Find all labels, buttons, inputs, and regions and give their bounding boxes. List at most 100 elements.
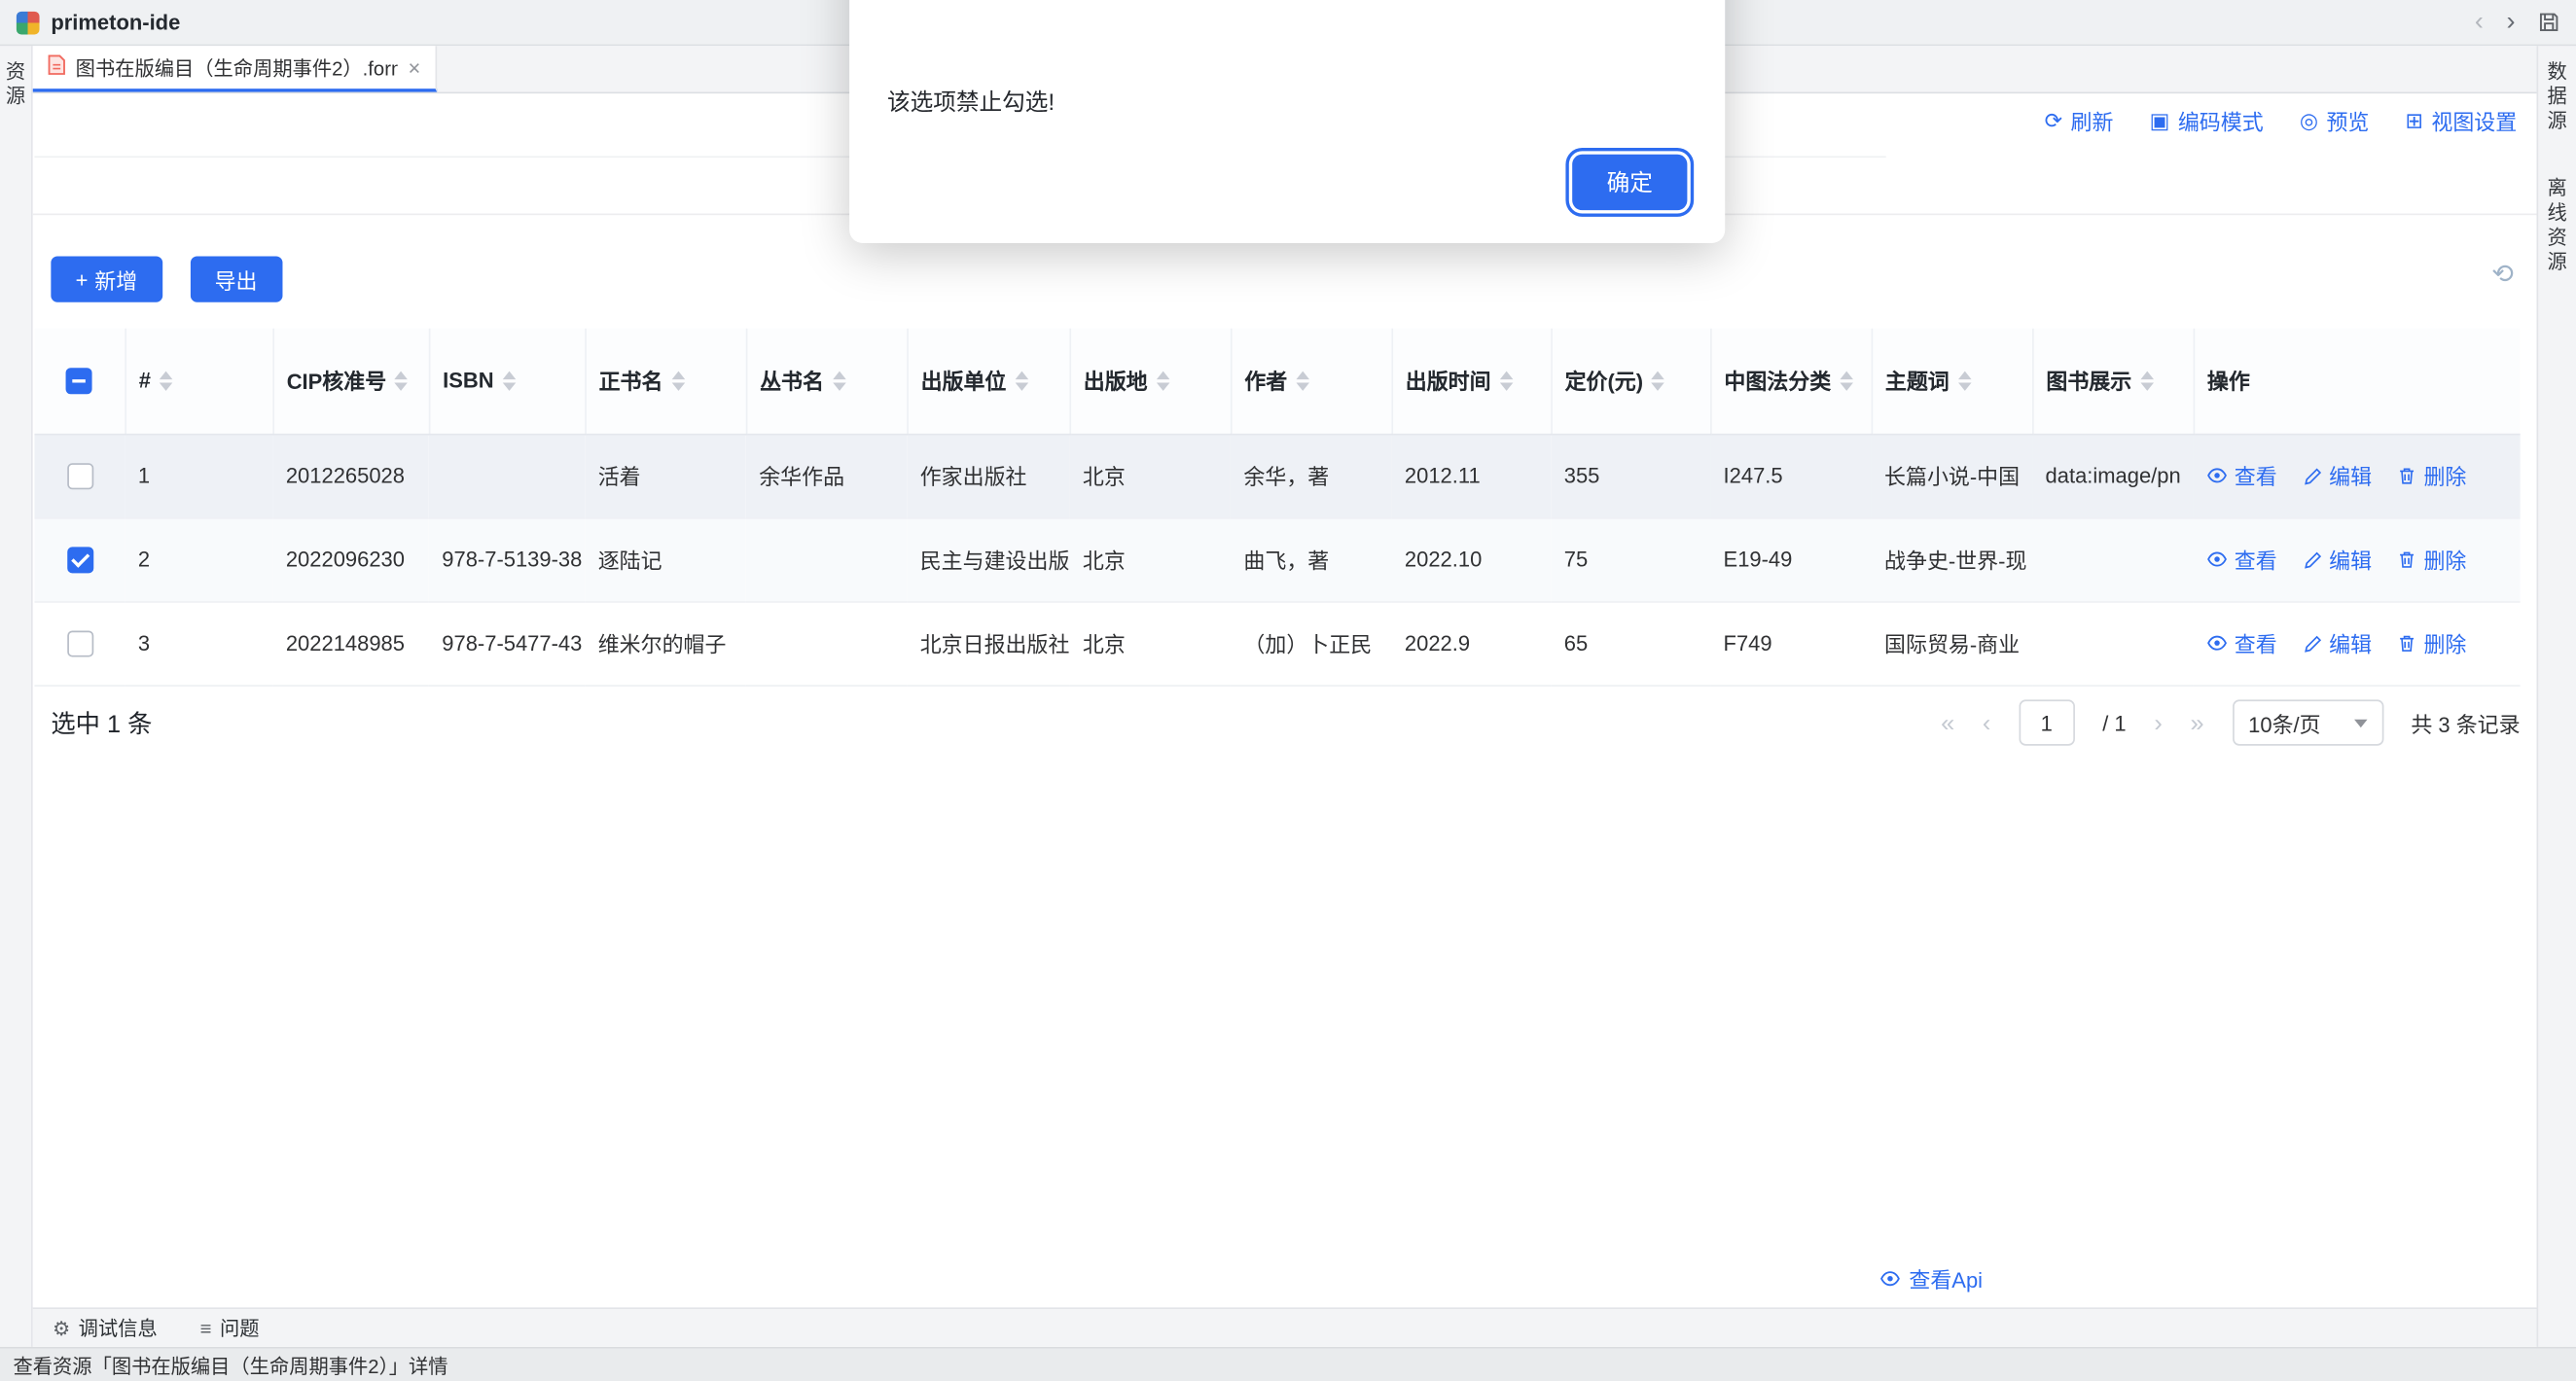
cell-isbn: [429, 434, 585, 517]
tab-close-icon[interactable]: ×: [409, 55, 421, 80]
select-all-checkbox[interactable]: [66, 368, 92, 394]
code-mode-button[interactable]: ▣ 编码模式: [2150, 105, 2264, 136]
cell-clc: I247.5: [1710, 434, 1872, 517]
cell-cip: 2022148985: [272, 601, 428, 685]
table-refresh-icon[interactable]: ⟲: [2491, 263, 2514, 289]
application-window: primeton-ide ‹ › 资源 图书在版编目（生命周期事件2）.form…: [0, 0, 2576, 1381]
cell-place: 北京: [1069, 517, 1231, 601]
cell-series: [746, 601, 908, 685]
view-toolbar: ⟳ 刷新 ▣ 编码模式 ◎ 预览 ⊞ 视图设置: [2045, 105, 2518, 136]
cell-pubdate: 2022.9: [1391, 601, 1551, 685]
next-page-button[interactable]: ›: [2154, 710, 2162, 734]
titlebar-actions: ‹ ›: [2475, 9, 2559, 35]
status-text: 查看资源「图书在版编目（生命周期事件2）」详情: [14, 1351, 448, 1379]
cell-author: （加）卜正民: [1231, 601, 1392, 685]
sort-icon[interactable]: [1957, 371, 1971, 390]
delete-link[interactable]: 删除: [2397, 627, 2466, 658]
cell-author: 曲飞，著: [1231, 517, 1392, 601]
cell-isbn: 978-7-5139-38: [429, 517, 585, 601]
cell-series: [746, 517, 908, 601]
last-page-button[interactable]: »: [2190, 710, 2203, 734]
preview-button[interactable]: ◎ 预览: [2300, 105, 2370, 136]
book-table: # CIP核准号 ISBN 正书名 丛书名 出版单位 出版地 作者 出版时间 定…: [34, 329, 2520, 686]
sort-icon[interactable]: [1652, 371, 1665, 390]
tab-book-cip-form[interactable]: 图书在版编目（生命周期事件2）.formx ×: [33, 46, 437, 91]
cell-index: 2: [125, 517, 272, 601]
cell-price: 65: [1551, 601, 1710, 685]
edit-link[interactable]: 编辑: [2303, 628, 2372, 659]
chevron-down-icon: [2353, 719, 2367, 726]
save-icon[interactable]: [2538, 12, 2559, 33]
page-size-select[interactable]: 10条/页: [2232, 699, 2382, 745]
cell-price: 355: [1551, 434, 1710, 517]
column-header-place: 出版地: [1069, 329, 1231, 434]
column-header-index: #: [125, 329, 272, 434]
sort-icon[interactable]: [2140, 371, 2154, 390]
sort-icon[interactable]: [1156, 371, 1169, 390]
table-actions: + 新增 导出: [51, 256, 281, 301]
sidebar-item-resources[interactable]: 资源: [2, 60, 30, 110]
sort-icon[interactable]: [671, 371, 685, 390]
column-header-isbn: ISBN: [429, 329, 585, 434]
refresh-icon: ⟳: [2045, 110, 2062, 131]
sidebar-item-offline-resources[interactable]: 离线资源: [2543, 177, 2571, 275]
code-icon: ▣: [2150, 110, 2170, 131]
column-header-price: 定价(元): [1551, 329, 1710, 434]
delete-link[interactable]: 删除: [2397, 544, 2466, 575]
row-checkbox[interactable]: [66, 630, 92, 656]
app-logo: [17, 11, 40, 34]
sidebar-item-datasource[interactable]: 数据源: [2543, 60, 2571, 134]
column-header-author: 作者: [1231, 329, 1392, 434]
list-icon: ≡: [200, 1318, 212, 1337]
select-all-header: [34, 329, 125, 434]
bottom-toolbar: ⚙ 调试信息 ≡ 问题: [33, 1307, 2537, 1347]
row-checkbox[interactable]: [66, 463, 92, 489]
sort-icon[interactable]: [502, 371, 516, 390]
edit-link[interactable]: 编辑: [2303, 460, 2372, 491]
first-page-button[interactable]: «: [1941, 710, 1954, 734]
sort-icon[interactable]: [832, 371, 845, 390]
view-link[interactable]: 查看: [2206, 627, 2277, 658]
cell-subject: 战争史-世界-现: [1872, 517, 2033, 601]
cell-isbn: 978-7-5477-43: [429, 601, 585, 685]
sort-icon[interactable]: [1840, 371, 1853, 390]
cell-publisher: 作家出版社: [907, 434, 1069, 517]
dialog-message: 该选项禁止勾选!: [887, 86, 1055, 119]
cell-publisher: 民主与建设出版: [907, 517, 1069, 601]
debug-info-button[interactable]: ⚙ 调试信息: [53, 1314, 158, 1342]
delete-link[interactable]: 删除: [2397, 459, 2466, 490]
table-row: 2 2022096230 978-7-5139-38 逐陆记 民主与建设出版 北…: [34, 517, 2520, 601]
ok-button[interactable]: 确定: [1572, 155, 1687, 210]
cell-clc: F749: [1710, 601, 1872, 685]
cell-series: 余华作品: [746, 434, 908, 517]
cell-subject: 长篇小说-中国: [1872, 434, 2033, 517]
cell-title: 逐陆记: [585, 517, 746, 601]
forward-icon[interactable]: ›: [2507, 9, 2516, 35]
prev-page-button[interactable]: ‹: [1983, 710, 1990, 734]
pagination: « ‹ / 1 › » 10条/页 共 3 条记录: [1941, 699, 2521, 745]
back-icon[interactable]: ‹: [2475, 9, 2484, 35]
edit-link[interactable]: 编辑: [2303, 544, 2372, 575]
column-header-cip: CIP核准号: [272, 329, 428, 434]
view-api-link[interactable]: 查看Api: [1879, 1263, 1983, 1294]
cell-clc: E19-49: [1710, 517, 1872, 601]
add-button[interactable]: + 新增: [51, 256, 161, 301]
issues-button[interactable]: ≡ 问题: [200, 1314, 260, 1342]
page-input[interactable]: [2019, 699, 2074, 745]
cell-cover: data:image/pn: [2032, 434, 2194, 517]
cell-title: 维米尔的帽子: [585, 601, 746, 685]
view-link[interactable]: 查看: [2206, 459, 2277, 490]
sort-icon[interactable]: [395, 371, 409, 390]
sort-icon[interactable]: [1296, 371, 1309, 390]
cell-publisher: 北京日报出版社: [907, 601, 1069, 685]
row-checkbox[interactable]: [66, 547, 92, 573]
export-button[interactable]: 导出: [190, 256, 282, 301]
view-link[interactable]: 查看: [2206, 544, 2277, 575]
sort-icon[interactable]: [1499, 371, 1513, 390]
view-settings-button[interactable]: ⊞ 视图设置: [2406, 105, 2518, 136]
refresh-button[interactable]: ⟳ 刷新: [2045, 105, 2114, 136]
eye-icon: [1879, 1268, 1901, 1290]
sort-icon[interactable]: [1015, 371, 1028, 390]
column-header-publisher: 出版单位: [907, 329, 1069, 434]
sort-icon[interactable]: [159, 371, 172, 390]
